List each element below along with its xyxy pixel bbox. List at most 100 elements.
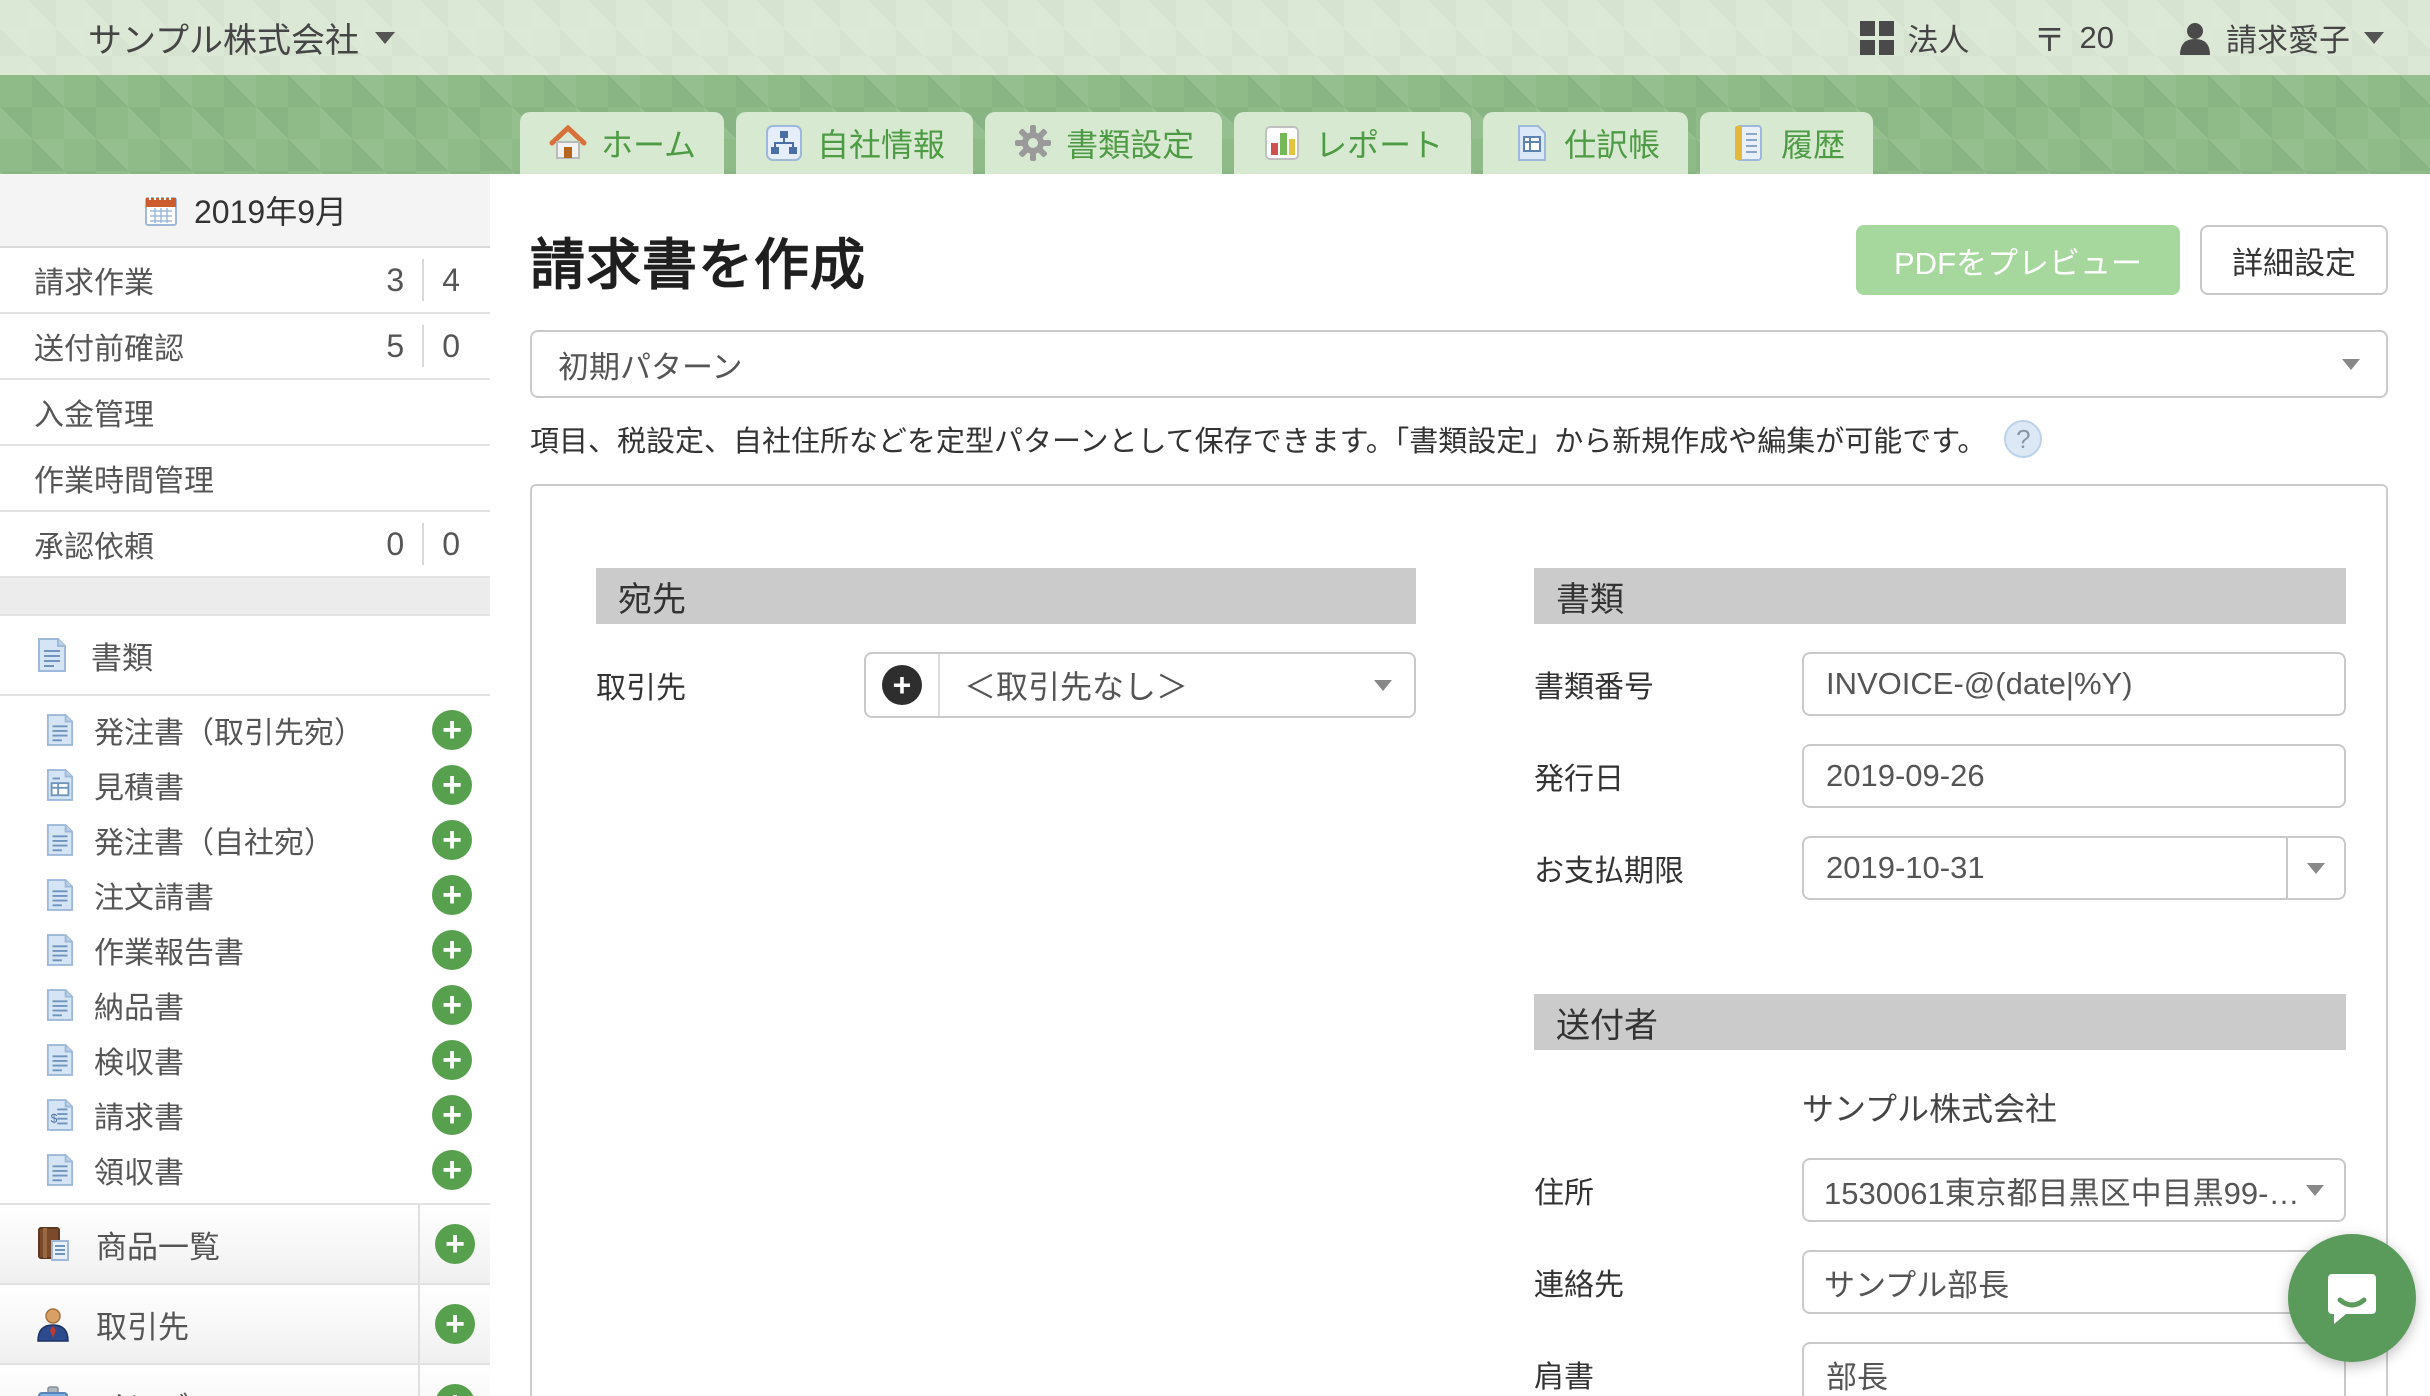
add-document-button[interactable]: + xyxy=(432,1040,472,1080)
add-client-inline-button[interactable]: + xyxy=(866,654,940,716)
advanced-settings-button[interactable]: 詳細設定 xyxy=(2200,225,2388,295)
chevron-down-icon xyxy=(2307,863,2325,874)
add-member-button[interactable]: + xyxy=(435,1384,475,1396)
ledger-icon xyxy=(1511,123,1551,163)
tab-home[interactable]: ホーム xyxy=(520,112,724,174)
client-selected-value: ＜取引先なし＞ xyxy=(940,662,1188,708)
sidebar-item-payment-mgmt[interactable]: 入金管理 xyxy=(0,380,490,446)
contact-label: 連絡先 xyxy=(1534,1260,1802,1304)
count-badge: 5 xyxy=(386,328,404,365)
help-icon[interactable]: ? xyxy=(2004,420,2042,458)
sidebar-month-label: 2019年9月 xyxy=(194,187,347,233)
add-document-button[interactable]: + xyxy=(432,710,472,750)
chevron-down-icon xyxy=(2342,359,2360,370)
section-title: 送付者 xyxy=(1556,998,1658,1047)
invoice-form-panel: 宛先 取引先 + ＜取引先なし＞ 書類 書類番号 xyxy=(530,484,2388,1396)
sidebar-item-work-report[interactable]: 作業報告書 + xyxy=(0,922,490,977)
add-document-button[interactable]: + xyxy=(432,820,472,860)
document-icon xyxy=(46,878,74,912)
sidebar-item-clients[interactable]: 取引先 + xyxy=(0,1285,490,1365)
pdf-preview-button[interactable]: PDFをプレビュー xyxy=(1856,225,2180,295)
count-divider xyxy=(422,523,424,565)
document-icon xyxy=(46,1043,74,1077)
add-client-button[interactable]: + xyxy=(435,1304,475,1344)
pattern-select[interactable]: 初期パターン xyxy=(530,330,2388,398)
company-name: サンプル株式会社 xyxy=(88,13,359,62)
user-name: 請求愛子 xyxy=(2226,15,2350,60)
add-document-button[interactable]: + xyxy=(432,1095,472,1135)
gear-icon xyxy=(1013,123,1053,163)
sidebar-item-label: 入金管理 xyxy=(34,390,154,434)
due-date-label: お支払期限 xyxy=(1534,846,1802,890)
chevron-down-icon xyxy=(1374,680,1392,691)
client-select[interactable]: + ＜取引先なし＞ xyxy=(864,652,1416,718)
sidebar-item-inspection-cert[interactable]: 検収書 + xyxy=(0,1032,490,1087)
sidebar-month-header[interactable]: 2019年9月 xyxy=(0,174,490,248)
chevron-down-icon xyxy=(2306,1185,2324,1196)
postal-count[interactable]: 〒 20 xyxy=(2034,15,2115,61)
add-document-button[interactable]: + xyxy=(432,1150,472,1190)
address-select[interactable]: 1530061東京都目黒区中目黒99-99-... xyxy=(1802,1158,2346,1222)
sidebar-group-label: 書類 xyxy=(91,633,153,678)
add-document-button[interactable]: + xyxy=(432,985,472,1025)
document-number-input[interactable] xyxy=(1802,652,2346,716)
sidebar-item-label: 取引先 xyxy=(96,1302,189,1347)
document-icon xyxy=(46,1153,74,1187)
due-date-dropdown-button[interactable] xyxy=(2286,836,2346,900)
org-type-menu[interactable]: 法人 xyxy=(1860,15,1970,60)
issue-date-input[interactable] xyxy=(1802,744,2346,808)
sidebar-item-delivery-note[interactable]: 納品書 + xyxy=(0,977,490,1032)
sidebar-item-products[interactable]: 商品一覧 + xyxy=(0,1205,490,1285)
sidebar-item-order-confirmation[interactable]: 注文請書 + xyxy=(0,867,490,922)
sidebar-item-invoice[interactable]: $ 請求書 + xyxy=(0,1087,490,1142)
tab-history[interactable]: 履歴 xyxy=(1700,112,1873,174)
sidebar-item-members[interactable]: メンバー + xyxy=(0,1365,490,1396)
tab-label: 仕訳帳 xyxy=(1564,120,1660,166)
sidebar-item-presend-check[interactable]: 送付前確認 50 xyxy=(0,314,490,380)
sidebar-item-worktime-mgmt[interactable]: 作業時間管理 xyxy=(0,446,490,512)
sidebar-item-quote[interactable]: 見積書 + xyxy=(0,757,490,812)
sidebar-group-documents[interactable]: 書類 xyxy=(0,616,490,696)
due-date-input[interactable] xyxy=(1802,836,2294,900)
section-title: 書類 xyxy=(1556,572,1624,621)
tab-reports[interactable]: レポート xyxy=(1234,112,1471,174)
sidebar-item-label: 承認依頼 xyxy=(34,522,154,566)
document-icon xyxy=(46,933,74,967)
user-menu[interactable]: 請求愛子 xyxy=(2178,15,2384,60)
sidebar-item-label: 商品一覧 xyxy=(96,1222,220,1267)
pattern-help-text: 項目、税設定、自社住所などを定型パターンとして保存できます。「書類設定」から新規… xyxy=(530,418,1986,460)
add-document-button[interactable]: + xyxy=(432,930,472,970)
tab-company-info[interactable]: 自社情報 xyxy=(736,112,973,174)
sidebar-item-billing-tasks[interactable]: 請求作業 34 xyxy=(0,248,490,314)
home-icon xyxy=(548,123,588,163)
chat-icon xyxy=(2322,1268,2382,1328)
sidebar-item-label: メンバー xyxy=(96,1382,220,1396)
sidebar-item-label: 検収書 xyxy=(94,1038,184,1082)
chat-launcher-button[interactable] xyxy=(2288,1234,2416,1362)
sidebar-item-purchase-order-own[interactable]: 発注書（自社宛） + xyxy=(0,812,490,867)
tab-label: ホーム xyxy=(601,120,696,166)
count-badge: 3 xyxy=(386,262,404,299)
tab-label: レポート xyxy=(1315,120,1443,166)
sidebar-item-purchase-order-client[interactable]: 発注書（取引先宛） + xyxy=(0,702,490,757)
user-icon xyxy=(2178,21,2212,55)
invoice-document-icon: $ xyxy=(46,1098,74,1132)
company-menu[interactable]: サンプル株式会社 xyxy=(88,13,395,62)
sidebar-item-approval-requests[interactable]: 承認依頼 00 xyxy=(0,512,490,578)
chevron-down-icon xyxy=(375,32,395,44)
add-document-button[interactable]: + xyxy=(432,765,472,805)
add-document-button[interactable]: + xyxy=(432,875,472,915)
contact-select[interactable]: サンプル部長 xyxy=(1802,1250,2346,1314)
sender-company-name: サンプル株式会社 xyxy=(1534,1084,2346,1130)
sidebar-item-receipt[interactable]: 領収書 + xyxy=(0,1142,490,1197)
tab-journal[interactable]: 仕訳帳 xyxy=(1483,112,1688,174)
count-divider xyxy=(422,259,424,301)
main-content: 請求書を作成 PDFをプレビュー 詳細設定 初期パターン 項目、税設定、自社住所… xyxy=(490,174,2430,1396)
page-title: 請求書を作成 xyxy=(530,220,866,300)
jobtitle-input[interactable] xyxy=(1802,1342,2346,1396)
add-product-button[interactable]: + xyxy=(435,1224,475,1264)
recipient-section-header: 宛先 xyxy=(596,568,1416,624)
document-table-icon xyxy=(46,768,74,802)
sender-section-header: 送付者 xyxy=(1534,994,2346,1050)
tab-document-settings[interactable]: 書類設定 xyxy=(985,112,1222,174)
